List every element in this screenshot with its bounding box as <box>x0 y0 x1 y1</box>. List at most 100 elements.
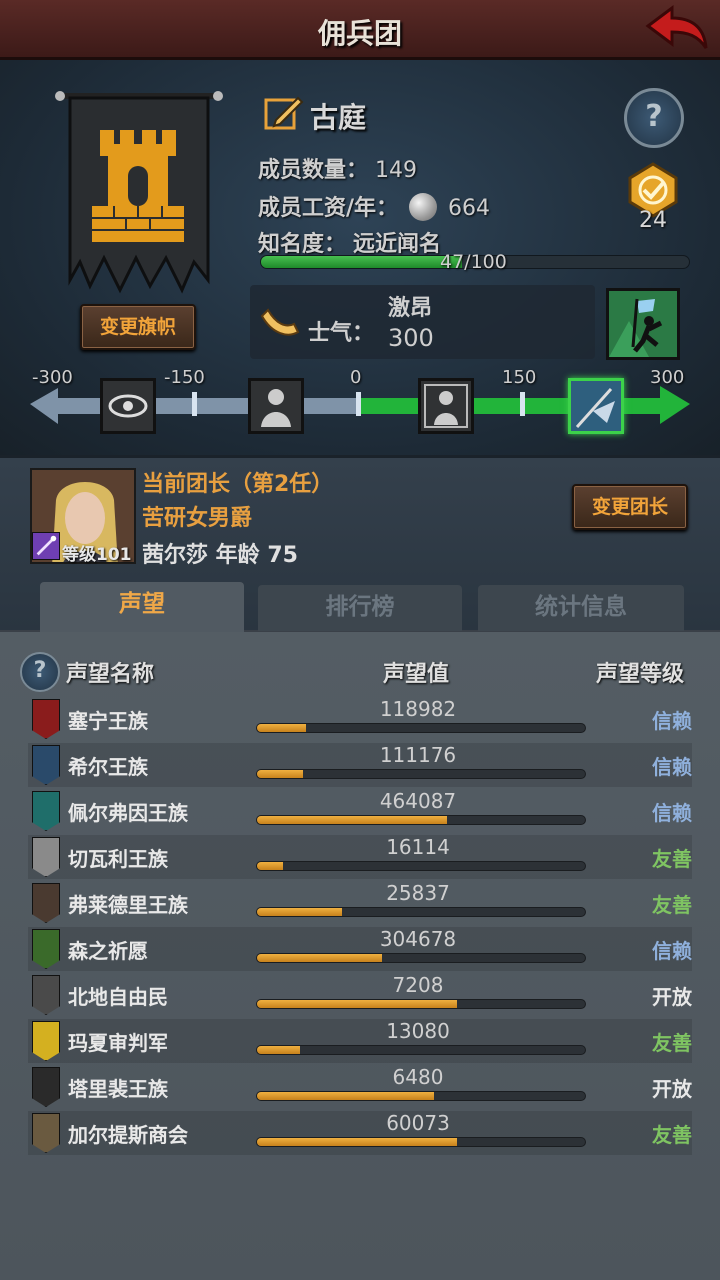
reputation-bar-fill <box>257 770 303 778</box>
faction-name: 森之祈愿 <box>68 939 148 963</box>
reputation-bar-fill <box>257 1138 458 1146</box>
reputation-bar-fill <box>257 1046 300 1054</box>
fame-progress-fill <box>261 256 463 268</box>
table-row[interactable]: 塞宁王族 118982 信赖 <box>28 697 692 741</box>
table-row[interactable]: 塔里裴王族 6480 开放 <box>28 1065 692 1109</box>
scale-tick: 0 <box>350 367 362 388</box>
faction-crest-icon <box>32 883 60 923</box>
reputation-value: 111176 <box>379 743 457 767</box>
tab-leaderboard[interactable]: 排行榜 <box>258 585 462 631</box>
column-header-level: 声望等级 <box>596 662 685 687</box>
faction-crest-icon <box>32 1113 60 1153</box>
fame-stat: 知名度： 远近闻名 <box>258 226 441 258</box>
column-header-value: 声望值 <box>383 662 450 687</box>
reputation-level: 信赖 <box>652 755 692 779</box>
morale-value: 300 <box>388 324 434 352</box>
morale-state: 激昂 <box>388 296 433 321</box>
eye-icon[interactable] <box>100 378 156 434</box>
reputation-value: 118982 <box>379 697 457 721</box>
reputation-bar <box>256 1091 586 1101</box>
reputation-bar-fill <box>257 954 382 962</box>
faction-name: 北地自由民 <box>68 985 168 1009</box>
faction-name: 塞宁王族 <box>68 709 148 733</box>
table-row[interactable]: 玛夏审判军 13080 友善 <box>28 1019 692 1063</box>
faction-crest-icon <box>32 975 60 1015</box>
reputation-value: 6480 <box>392 1065 444 1089</box>
reputation-help-icon[interactable]: ? <box>20 652 60 692</box>
reputation-value: 304678 <box>379 927 457 951</box>
wand-icon <box>32 532 60 560</box>
reputation-bar <box>256 1137 586 1147</box>
faction-crest-icon <box>32 745 60 785</box>
reputation-bar <box>256 815 586 825</box>
faction-crest-icon <box>32 929 60 969</box>
reputation-bar-fill <box>257 816 448 824</box>
reputation-bar <box>256 861 586 871</box>
faction-name: 佩尔弗因王族 <box>68 801 188 825</box>
despair-figure-icon[interactable] <box>248 378 304 434</box>
salary-label: 成员工资/年： <box>258 196 399 221</box>
reputation-level: 信赖 <box>652 801 692 825</box>
help-icon[interactable]: ? <box>624 88 684 148</box>
table-row[interactable]: 森之祈愿 304678 信赖 <box>28 927 692 971</box>
faction-crest-icon <box>32 699 60 739</box>
faction-name: 弗莱德里王族 <box>68 893 188 917</box>
reputation-bar-fill <box>257 1000 458 1008</box>
fame-progress-text: 47/100 <box>440 251 507 273</box>
reputation-bar <box>256 723 586 733</box>
tab-reputation[interactable]: 声望 <box>40 582 244 634</box>
change-leader-button[interactable]: 变更团长 <box>572 484 688 530</box>
table-row[interactable]: 北地自由民 7208 开放 <box>28 973 692 1017</box>
table-row[interactable]: 切瓦利王族 16114 友善 <box>28 835 692 879</box>
reputation-bar <box>256 999 586 1009</box>
reputation-value: 13080 <box>386 1019 450 1043</box>
reputation-bar-fill <box>257 724 307 732</box>
reputation-level: 友善 <box>652 1031 692 1055</box>
reputation-bar <box>256 769 586 779</box>
leader-name-age: 茜尔莎 年龄 75 <box>142 543 298 568</box>
reputation-level: 友善 <box>652 1123 692 1147</box>
change-banner-button[interactable]: 变更旗帜 <box>80 304 196 350</box>
salary-value: 664 <box>448 196 491 221</box>
reputation-level: 友善 <box>652 847 692 871</box>
leader-level: 等级101 <box>62 545 132 565</box>
title-bar: 佣兵团 <box>0 0 720 60</box>
morale-label: 士气： <box>308 321 375 346</box>
guild-name: 古庭 <box>310 101 367 134</box>
calm-figure-icon[interactable] <box>418 378 474 434</box>
members-value: 149 <box>375 158 418 183</box>
faction-name: 玛夏审判军 <box>68 1031 168 1055</box>
reputation-bar <box>256 953 586 963</box>
faction-crest-icon <box>32 1021 60 1061</box>
table-row[interactable]: 佩尔弗因王族 464087 信赖 <box>28 789 692 833</box>
reputation-bar-fill <box>257 908 343 916</box>
table-row[interactable]: 希尔王族 111176 信赖 <box>28 743 692 787</box>
leader-title: 当前团长（第2任） <box>142 472 334 497</box>
reputation-level: 信赖 <box>652 939 692 963</box>
leader-rank: 苦研女男爵 <box>142 506 253 531</box>
morale-effect-icon[interactable] <box>606 288 680 360</box>
scale-tick: -150 <box>164 367 205 388</box>
reputation-value: 25837 <box>386 881 450 905</box>
guild-banner-icon <box>55 91 223 294</box>
faction-name: 加尔提斯商会 <box>68 1123 188 1147</box>
tab-statistics[interactable]: 统计信息 <box>478 585 684 631</box>
table-row[interactable]: 加尔提斯商会 60073 友善 <box>28 1111 692 1155</box>
reputation-level: 友善 <box>652 893 692 917</box>
members-stat: 成员数量： 149 <box>258 152 417 184</box>
fame-state: 远近闻名 <box>353 232 442 257</box>
reputation-bar-fill <box>257 1092 435 1100</box>
edit-pencil-icon[interactable] <box>264 94 304 130</box>
charge-flag-icon[interactable] <box>568 378 624 434</box>
reputation-value: 60073 <box>386 1111 450 1135</box>
back-arrow-icon[interactable] <box>644 4 710 54</box>
reputation-level: 信赖 <box>652 709 692 733</box>
column-header-name: 声望名称 <box>66 662 155 687</box>
medal-count: 24 <box>639 208 667 233</box>
scale-tick: 300 <box>650 367 685 388</box>
reputation-level: 开放 <box>652 985 692 1009</box>
fame-label: 知名度： <box>258 232 347 257</box>
reputation-bar-fill <box>257 862 284 870</box>
table-row[interactable]: 弗莱德里王族 25837 友善 <box>28 881 692 925</box>
scale-tick: -300 <box>32 367 73 388</box>
